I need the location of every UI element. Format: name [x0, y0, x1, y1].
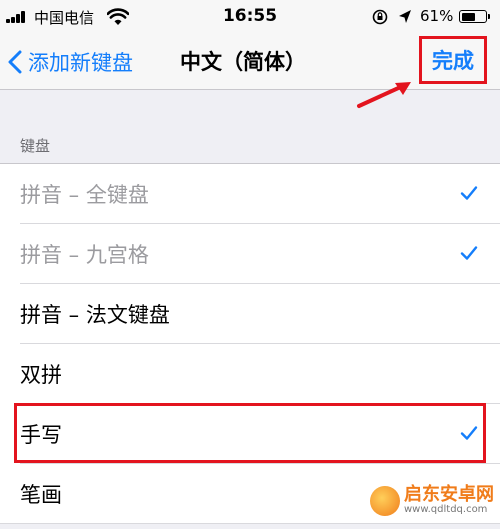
section-header: 键盘	[20, 137, 51, 155]
done-label: 完成	[432, 49, 474, 73]
checkmark-icon	[460, 426, 478, 440]
list-item-label: 拼音 – 全键盘	[20, 183, 149, 207]
battery-tip	[488, 14, 490, 19]
back-button[interactable]: 添加新键盘	[8, 42, 133, 82]
list-item[interactable]: 拼音 – 九宫格	[0, 224, 500, 284]
list-item[interactable]: 双拼	[0, 344, 500, 404]
page-title: 中文（简体）	[180, 50, 306, 74]
navigation-bar: 添加新键盘 中文（简体） 完成	[0, 34, 500, 90]
list-item[interactable]: 拼音 – 法文键盘	[0, 284, 500, 344]
checkmark-icon	[460, 186, 478, 200]
list-item[interactable]: 拼音 – 全键盘	[0, 164, 500, 224]
chevron-left-icon	[8, 50, 22, 74]
battery-percent: 61%	[420, 7, 454, 25]
list-item-label: 拼音 – 法文键盘	[20, 303, 170, 327]
location-icon	[399, 10, 411, 23]
list-item-label: 拼音 – 九宫格	[20, 243, 149, 267]
list-item[interactable]: 手写	[0, 404, 500, 464]
checkmark-icon	[460, 246, 478, 260]
watermark-title: 启东安卓网	[404, 484, 494, 506]
list-item-label: 手写	[20, 423, 62, 447]
watermark-url: www.qdltdq.com	[404, 504, 488, 516]
watermark-logo-icon	[370, 486, 400, 516]
keyboard-list: 拼音 – 全键盘 拼音 – 九宫格 拼音 – 法文键盘 双拼 手写 笔画	[0, 163, 500, 524]
watermark: 启东安卓网 www.qdltdq.com	[370, 484, 494, 516]
list-item-label: 笔画	[20, 483, 62, 507]
orientation-lock-icon	[372, 9, 388, 25]
battery-icon	[459, 10, 487, 23]
status-bar: 中国电信 16:55 61%	[0, 0, 500, 34]
back-label: 添加新键盘	[28, 51, 133, 75]
list-item-label: 双拼	[20, 363, 62, 387]
done-button[interactable]: 完成	[419, 36, 487, 84]
red-pointer-arrow-icon	[357, 82, 411, 108]
